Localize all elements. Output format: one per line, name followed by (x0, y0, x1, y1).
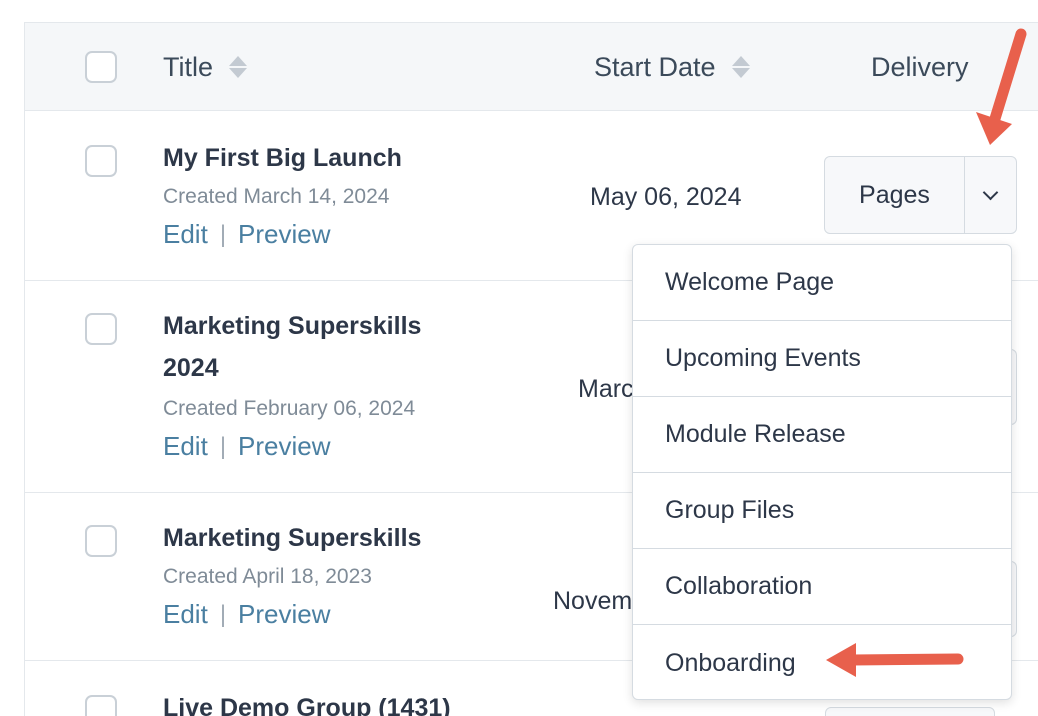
delivery-dropdown-toggle[interactable] (965, 157, 1016, 233)
edit-link[interactable]: Edit (163, 219, 208, 250)
delivery-button-edge[interactable] (825, 707, 995, 716)
row-actions: Edit | Preview (163, 219, 331, 250)
table-header: Title Start Date Delivery (25, 23, 1038, 111)
preview-link[interactable]: Preview (238, 599, 330, 630)
start-date-column-header[interactable]: Start Date (594, 23, 750, 111)
menu-item-collaboration[interactable]: Collaboration (633, 549, 1011, 625)
row-checkbox[interactable] (85, 695, 117, 716)
menu-item-onboarding[interactable]: Onboarding (633, 625, 1011, 701)
row-actions: Edit | Preview (163, 599, 331, 630)
row-title-line: 2024 (163, 354, 219, 382)
row-title-line: Marketing Superskills (163, 312, 422, 340)
start-date-header-label: Start Date (594, 51, 716, 82)
title-header-label: Title (163, 51, 214, 82)
row-start-date: Novem (553, 587, 633, 615)
row-start-date: May 06, 2024 (590, 183, 742, 211)
edit-link[interactable]: Edit (163, 599, 208, 630)
select-all-checkbox[interactable] (85, 51, 117, 83)
row-title[interactable]: Marketing Superskills (163, 517, 421, 559)
preview-link[interactable]: Preview (238, 431, 330, 462)
sort-icon[interactable] (229, 53, 248, 81)
edit-link[interactable]: Edit (163, 431, 208, 462)
menu-item-group-files[interactable]: Group Files (633, 473, 1011, 549)
chevron-down-icon (982, 184, 999, 200)
sort-icon[interactable] (731, 53, 750, 81)
menu-item-module-release[interactable]: Module Release (633, 397, 1011, 473)
link-separator: | (219, 220, 227, 248)
row-title[interactable]: My First Big Launch (163, 137, 402, 179)
menu-item-upcoming-events[interactable]: Upcoming Events (633, 321, 1011, 397)
row-title[interactable]: Marketing Superskills 2024 (163, 305, 421, 389)
delivery-header-label: Delivery (871, 51, 969, 82)
pages-button[interactable]: Pages (825, 157, 965, 233)
menu-item-welcome-page[interactable]: Welcome Page (633, 245, 1011, 321)
row-created-date: Created March 14, 2024 (163, 185, 390, 208)
row-checkbox[interactable] (85, 525, 117, 557)
link-separator: | (219, 432, 227, 460)
delivery-split-button: Pages (824, 156, 1017, 234)
link-separator: | (219, 600, 227, 628)
row-created-date: Created April 18, 2023 (163, 565, 372, 588)
row-actions: Edit | Preview (163, 431, 331, 462)
row-title[interactable]: Live Demo Group (1431) (163, 687, 451, 716)
row-checkbox[interactable] (85, 313, 117, 345)
title-column-header[interactable]: Title (163, 23, 248, 111)
row-created-date: Created February 06, 2024 (163, 397, 416, 420)
row-checkbox[interactable] (85, 145, 117, 177)
delivery-column-header: Delivery (871, 23, 969, 111)
delivery-dropdown-menu: Welcome Page Upcoming Events Module Rele… (632, 244, 1012, 700)
preview-link[interactable]: Preview (238, 219, 330, 250)
